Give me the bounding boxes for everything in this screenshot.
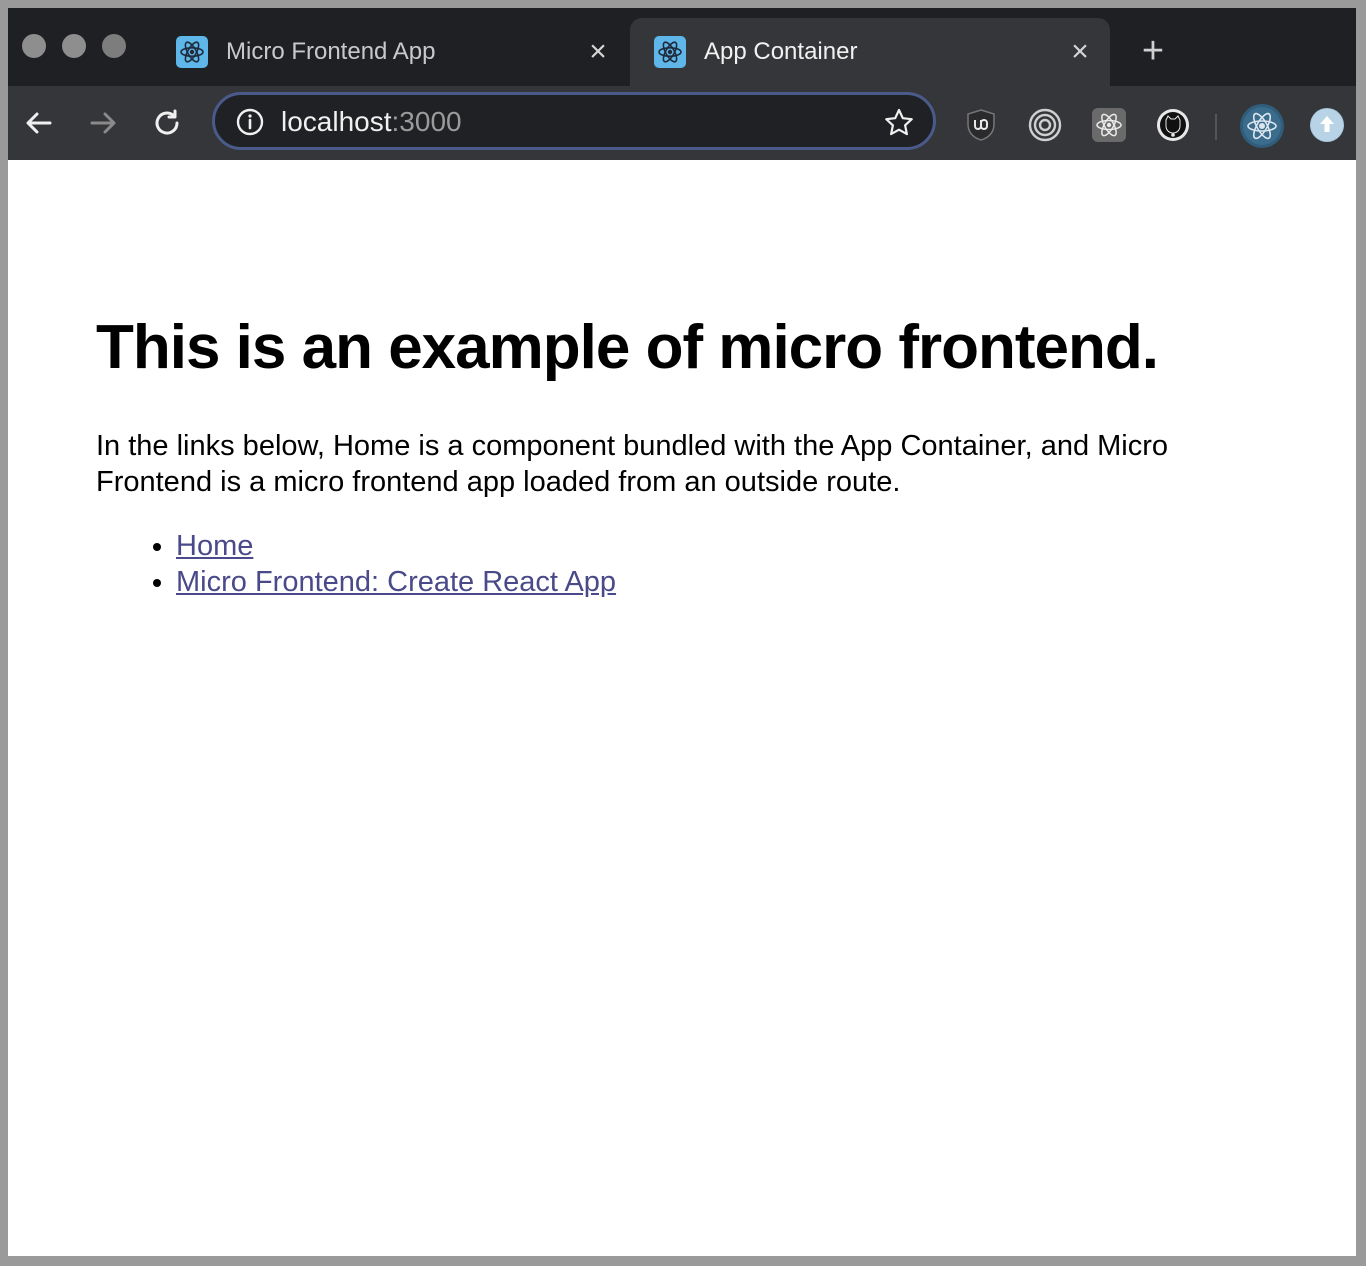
target-rings-icon[interactable] bbox=[1028, 108, 1062, 142]
browser-window: Micro Frontend App × App Container × + l… bbox=[8, 8, 1356, 1256]
nav-links-list: Home Micro Frontend: Create React App bbox=[136, 528, 616, 600]
toolbar: localhost:3000 bbox=[8, 86, 1356, 160]
page-title: This is an example of micro frontend. bbox=[96, 313, 1159, 382]
profile-avatar[interactable] bbox=[1240, 104, 1284, 148]
address-bar[interactable]: localhost:3000 bbox=[212, 92, 936, 150]
react-devtools-icon[interactable] bbox=[1092, 108, 1126, 142]
page-content: This is an example of micro frontend. In… bbox=[8, 160, 1356, 1256]
info-icon[interactable] bbox=[235, 107, 265, 137]
close-icon[interactable]: × bbox=[586, 37, 610, 67]
micro-frontend-link[interactable]: Micro Frontend: Create React App bbox=[176, 566, 616, 598]
tab-title: Micro Frontend App bbox=[226, 38, 436, 65]
tab-app-container[interactable]: App Container × bbox=[630, 18, 1110, 86]
close-icon[interactable]: × bbox=[1068, 37, 1092, 67]
github-icon[interactable] bbox=[1156, 108, 1190, 142]
maximize-window-button[interactable] bbox=[102, 34, 126, 58]
home-link[interactable]: Home bbox=[176, 530, 253, 562]
intro-paragraph: In the links below, Home is a component … bbox=[96, 430, 1169, 498]
react-icon bbox=[176, 36, 208, 68]
ublock-shield-icon[interactable] bbox=[964, 108, 998, 142]
list-item: Micro Frontend: Create React App bbox=[176, 564, 616, 600]
update-arrow-icon[interactable] bbox=[1310, 108, 1344, 142]
tab-strip: Micro Frontend App × App Container × + bbox=[8, 8, 1356, 86]
tab-title: App Container bbox=[704, 38, 858, 65]
react-icon bbox=[654, 36, 686, 68]
back-arrow-icon[interactable] bbox=[22, 106, 56, 140]
tab-micro-frontend-app[interactable]: Micro Frontend App × bbox=[158, 18, 628, 86]
reload-icon[interactable] bbox=[150, 106, 184, 140]
new-tab-button[interactable]: + bbox=[1138, 32, 1168, 70]
close-window-button[interactable] bbox=[22, 34, 46, 58]
list-item: Home bbox=[176, 528, 616, 564]
url-host: localhost bbox=[281, 106, 392, 137]
star-icon[interactable] bbox=[883, 107, 915, 139]
forward-arrow-icon[interactable] bbox=[86, 106, 120, 140]
toolbar-divider bbox=[1215, 114, 1217, 140]
url-text: localhost:3000 bbox=[281, 106, 462, 138]
url-port: :3000 bbox=[391, 106, 462, 137]
minimize-window-button[interactable] bbox=[62, 34, 86, 58]
